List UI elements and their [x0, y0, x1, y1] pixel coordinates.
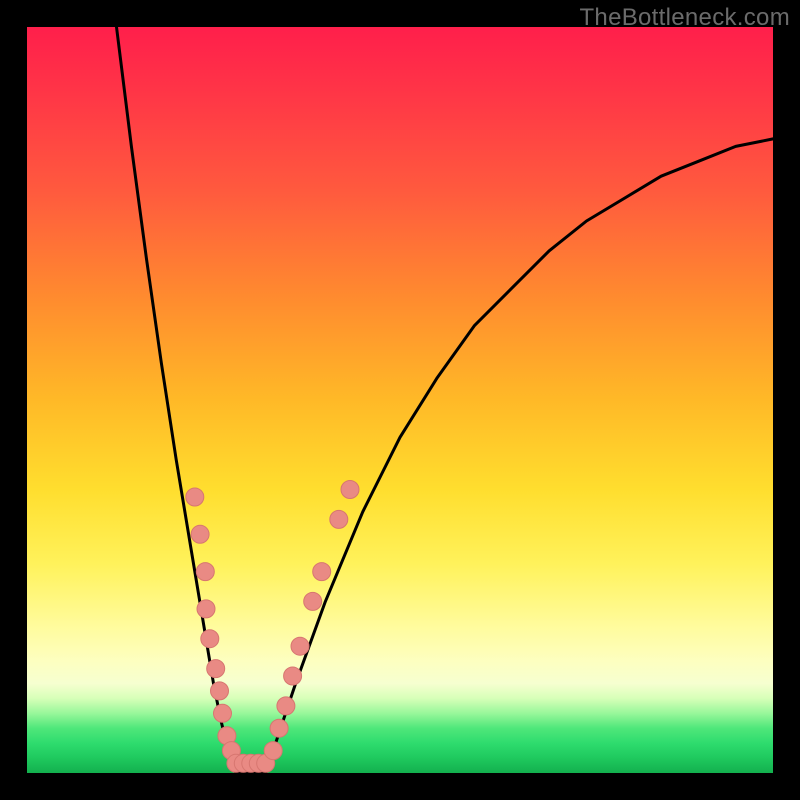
data-marker	[330, 510, 348, 528]
marker-group	[186, 481, 359, 773]
outer-frame: TheBottleneck.com	[0, 0, 800, 800]
data-marker	[341, 481, 359, 499]
data-marker	[313, 563, 331, 581]
data-marker	[291, 637, 309, 655]
data-marker	[197, 600, 215, 618]
data-marker	[191, 525, 209, 543]
data-marker	[284, 667, 302, 685]
data-marker	[264, 742, 282, 760]
data-marker	[196, 563, 214, 581]
data-marker	[186, 488, 204, 506]
chart-svg	[27, 27, 773, 773]
data-marker	[201, 630, 219, 648]
plot-area	[27, 27, 773, 773]
data-marker	[270, 719, 288, 737]
watermark-text: TheBottleneck.com	[579, 4, 790, 32]
data-marker	[304, 592, 322, 610]
data-marker	[214, 704, 232, 722]
data-marker	[207, 660, 225, 678]
data-marker	[211, 682, 229, 700]
data-marker	[277, 697, 295, 715]
